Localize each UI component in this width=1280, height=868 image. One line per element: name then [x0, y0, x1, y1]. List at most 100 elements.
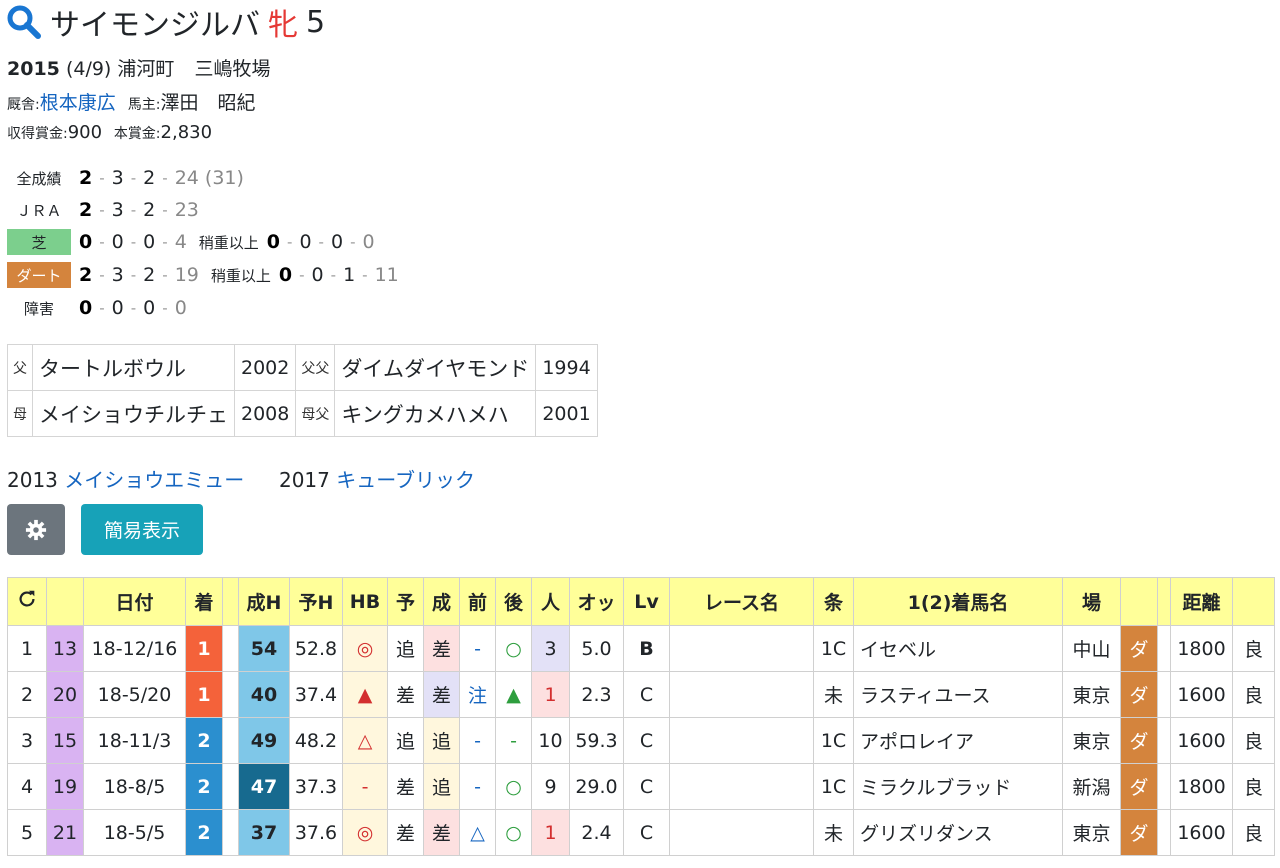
cell-surface: ダ [1120, 763, 1158, 810]
col-header[interactable]: 着 [185, 577, 223, 626]
cell-winner[interactable]: イセベル [853, 625, 1063, 672]
cell-date[interactable]: 18-11/3 [83, 717, 186, 764]
cell-hb: ▲ [342, 671, 388, 718]
cell-result-h: 40 [238, 671, 290, 718]
col-header[interactable]: Lv [623, 577, 670, 626]
col-header[interactable]: 後 [495, 577, 532, 626]
cell-empty [1157, 671, 1171, 718]
sire-label: 父 [7, 344, 33, 391]
cell-popularity: 9 [531, 763, 570, 810]
cell-surface: ダ [1120, 809, 1158, 856]
cell-date[interactable]: 18-8/5 [83, 763, 186, 810]
col-header[interactable]: HB [342, 577, 388, 626]
cell-runners: 15 [46, 717, 84, 764]
simple-view-button[interactable]: 簡易表示 [81, 504, 203, 555]
cell-empty [222, 671, 239, 718]
col-header[interactable]: 距離 [1170, 577, 1233, 626]
cell-hb: ◎ [342, 625, 388, 672]
col-header[interactable]: 1(2)着馬名 [853, 577, 1063, 626]
col-header[interactable]: 日付 [83, 577, 186, 626]
stable-label: 厩舎: [7, 97, 40, 113]
record-value: 1 [343, 264, 356, 286]
record-value: 23 [174, 199, 199, 221]
pedigree-table: 父 タートルボウル 2002 父父 ダイムダイヤモンド 1994 母 メイショウ… [7, 344, 598, 437]
sibling-link[interactable]: メイショウエミュー [64, 468, 244, 492]
cell-pred-h: 48.2 [289, 717, 343, 764]
dam-year: 2008 [233, 390, 297, 437]
table-row[interactable]: 5 21 18-5/5 2 37 37.6 ◎ 差 差 △ ○ 1 2.4 C … [7, 809, 1275, 856]
settings-button[interactable] [7, 504, 65, 555]
cell-race-name[interactable] [669, 717, 814, 764]
record-value: 19 [174, 264, 199, 286]
cell-empty [1157, 763, 1171, 810]
record-value: 0 [311, 264, 324, 286]
cell-back: ○ [495, 625, 532, 672]
col-header[interactable]: 成H [238, 577, 290, 626]
record-value: 0 [299, 231, 312, 253]
col-header[interactable]: 人 [531, 577, 570, 626]
siblings: 2013 メイショウエミュー 2017 キューブリック [7, 464, 475, 493]
cell-race-name[interactable] [669, 625, 814, 672]
cell-race-name[interactable] [669, 671, 814, 718]
cell-index: 1 [7, 625, 47, 672]
cell-runners: 20 [46, 671, 84, 718]
cell-index: 4 [7, 763, 47, 810]
record-value: 3 [111, 264, 124, 286]
record-dirt: ダート 2- 3- 2- 19 稍重以上 0- 0- 1- 11 [7, 261, 399, 289]
cell-race-name[interactable] [669, 809, 814, 856]
dam-name: メイショウチルチェ [32, 390, 235, 437]
cell-pred-h: 52.8 [289, 625, 343, 672]
sibling-year: 2013 [7, 468, 58, 492]
record-value: 0 [330, 231, 344, 253]
col-header[interactable]: 場 [1062, 577, 1121, 626]
search-icon[interactable] [6, 4, 42, 40]
cell-distance: 1800 [1170, 625, 1233, 672]
col-header[interactable]: 成 [423, 577, 460, 626]
cell-pred-style: 追 [387, 717, 424, 764]
reload-icon[interactable] [7, 577, 47, 626]
sibling-link[interactable]: キューブリック [336, 468, 475, 492]
cell-front: 注 [459, 671, 496, 718]
col-header[interactable]: レース名 [669, 577, 814, 626]
cell-winner[interactable]: アポロレイア [853, 717, 1063, 764]
cell-runners: 21 [46, 809, 84, 856]
col-header[interactable]: 予H [289, 577, 343, 626]
record-value: 3 [111, 199, 124, 221]
cell-class: 1C [813, 625, 854, 672]
table-row[interactable]: 3 15 18-11/3 2 49 48.2 △ 追 追 - - 10 59.3… [7, 717, 1275, 764]
cell-venue: 東京 [1062, 717, 1121, 764]
table-row[interactable]: 4 19 18-8/5 2 47 37.3 - 差 追 - ○ 9 29.0 C… [7, 763, 1275, 810]
record-value: 2 [143, 167, 156, 189]
cell-surface: ダ [1120, 671, 1158, 718]
record-value: 24 (31) [174, 167, 244, 189]
table-row[interactable]: 2 20 18-5/20 1 40 37.4 ▲ 差 差 注 ▲ 1 2.3 C… [7, 671, 1275, 718]
record-value: 2 [79, 167, 93, 189]
cell-winner[interactable]: ラスティユース [853, 671, 1063, 718]
cell-result-h: 54 [238, 625, 290, 672]
col-header[interactable]: オッ [569, 577, 624, 626]
record-label: ＪＲＡ [16, 201, 62, 220]
cell-date[interactable]: 18-5/20 [83, 671, 186, 718]
col-header[interactable]: 条 [813, 577, 854, 626]
cell-pred-h: 37.3 [289, 763, 343, 810]
record-value: 0 [111, 231, 124, 253]
sibling-year: 2017 [278, 468, 330, 492]
record-value: 4 [174, 231, 187, 253]
cell-winner[interactable]: ミラクルブラッド [853, 763, 1063, 810]
col-header[interactable]: 予 [387, 577, 424, 626]
cell-date[interactable]: 18-5/5 [83, 809, 186, 856]
cell-race-name[interactable] [669, 763, 814, 810]
birth-date: (4/9) [65, 58, 112, 80]
sire-sire-name: ダイムダイヤモンド [334, 344, 537, 391]
table-row[interactable]: 1 13 18-12/16 1 54 52.8 ◎ 追 差 - ○ 3 5.0 … [7, 625, 1275, 672]
col-header[interactable]: 前 [459, 577, 496, 626]
record-label: 障害 [23, 299, 54, 318]
cell-class: 未 [813, 671, 854, 718]
cell-hb: ◎ [342, 809, 388, 856]
record-value: 0 [174, 297, 187, 319]
cell-date[interactable]: 18-12/16 [83, 625, 186, 672]
cell-front: - [459, 763, 496, 810]
trainer-link[interactable]: 根本康広 [40, 92, 116, 114]
cell-winner[interactable]: グリズリダンス [853, 809, 1063, 856]
cell-venue: 新潟 [1062, 763, 1121, 810]
